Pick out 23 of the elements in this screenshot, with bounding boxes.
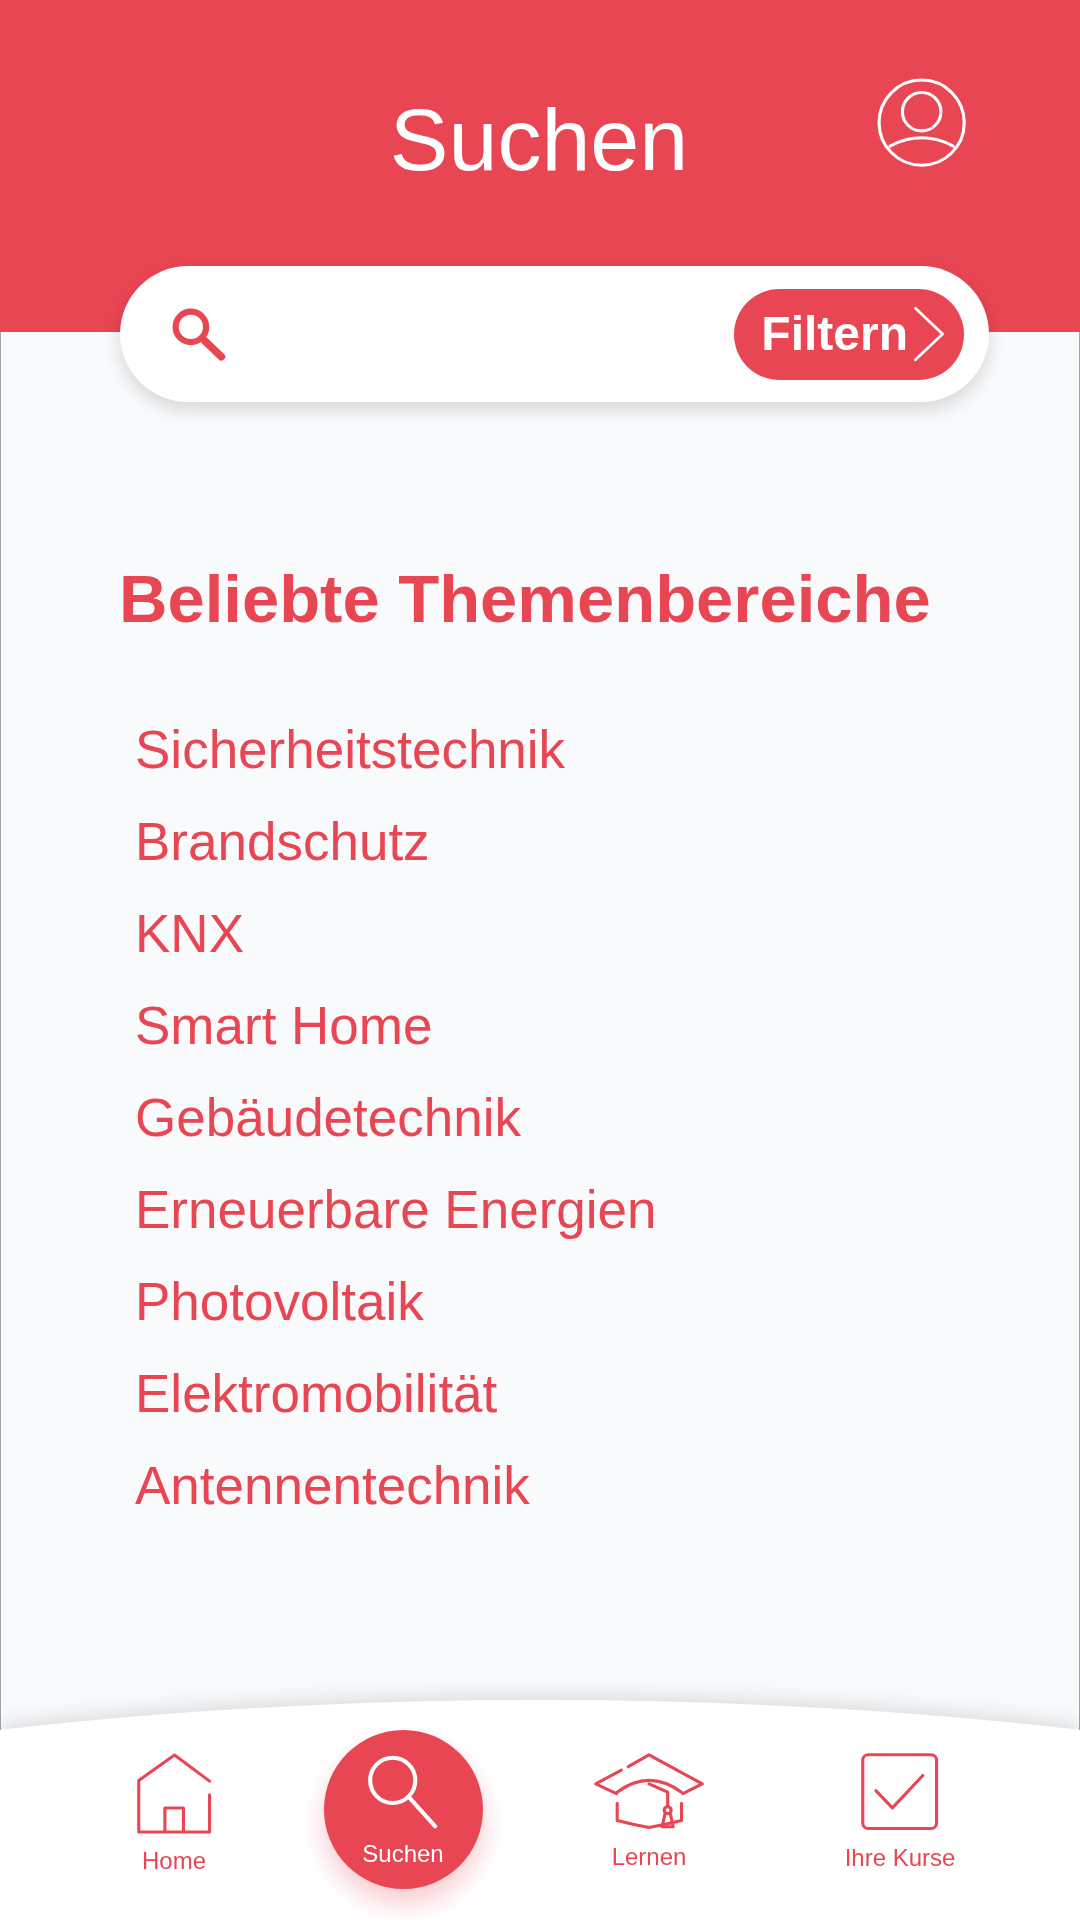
topic-link[interactable]: Antennentechnik bbox=[135, 1455, 530, 1516]
nav-tab[interactable]: Suchen bbox=[323, 1730, 483, 1889]
page-title: Suchen bbox=[388, 96, 690, 184]
topic-link[interactable]: Sicherheitstechnik bbox=[135, 719, 566, 780]
topic-link[interactable]: Elektromobilität bbox=[135, 1363, 498, 1424]
section-heading: Beliebte Themenbereiche bbox=[119, 565, 931, 632]
filter-button[interactable]: Filtern bbox=[734, 288, 964, 380]
home-icon bbox=[135, 1752, 213, 1835]
topic-link[interactable]: Gebäudetechnik bbox=[135, 1087, 521, 1148]
search-icon bbox=[366, 1754, 440, 1830]
topic-link[interactable]: Brandschutz bbox=[135, 811, 430, 872]
chevron-icon bbox=[912, 305, 946, 363]
topic-link[interactable]: KNX bbox=[135, 903, 244, 964]
search-field[interactable]: Filtern bbox=[120, 266, 989, 402]
topic-link[interactable]: Smart Home bbox=[135, 995, 433, 1056]
nav-tab[interactable]: Lernen bbox=[593, 1752, 705, 1871]
checkbox-icon bbox=[860, 1752, 940, 1832]
nav-tab[interactable]: Home bbox=[135, 1752, 213, 1875]
nav-tab[interactable]: Ihre Kurse bbox=[844, 1752, 956, 1872]
topic-link[interactable]: Erneuerbare Energien bbox=[135, 1179, 657, 1240]
topic-link[interactable]: Photovoltaik bbox=[135, 1271, 424, 1332]
user-icon[interactable] bbox=[877, 78, 967, 168]
graduation-cap-icon bbox=[593, 1752, 705, 1831]
